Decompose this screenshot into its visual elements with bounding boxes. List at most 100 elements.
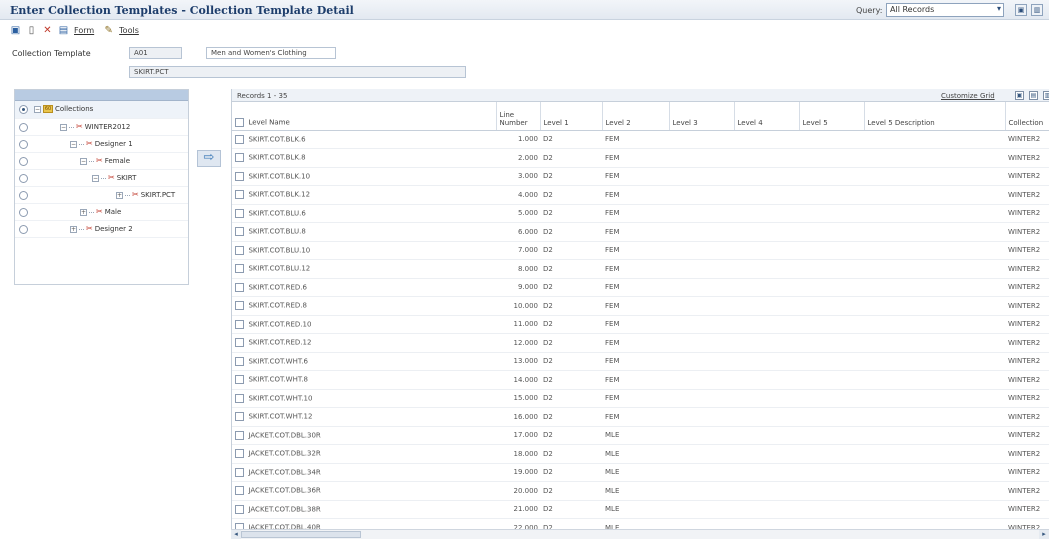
row-checkbox[interactable] [235, 282, 244, 292]
collection-cell: WINTER2 [1005, 463, 1049, 482]
row-checkbox[interactable] [235, 375, 244, 385]
row-checkbox[interactable] [235, 449, 244, 459]
table-row[interactable]: SKIRT.COT.RED.12 12.000 D2 FEM WINTER2 [232, 333, 1049, 353]
row-checkbox[interactable] [235, 301, 244, 311]
table-row[interactable]: JACKET.COT.DBL.30R 17.000 D2 MLE WINTER2 [232, 426, 1049, 445]
tree-row[interactable]: − 60 Collections [15, 101, 188, 119]
column-header-line-number[interactable]: Line Number [496, 102, 541, 131]
window-title: Enter Collection Templates - Collection … [10, 4, 354, 17]
collapse-icon[interactable]: − [80, 157, 87, 165]
level-5-cell [799, 463, 864, 482]
collapse-icon[interactable]: − [92, 174, 99, 182]
table-row[interactable]: JACKET.COT.DBL.32R 18.000 D2 MLE WINTER2 [232, 444, 1049, 464]
table-row[interactable]: SKIRT.COT.BLK.6 1.000 D2 FEM WINTER2 [232, 130, 1049, 149]
row-checkbox[interactable] [235, 338, 244, 348]
select-all-checkbox[interactable] [235, 117, 244, 127]
column-header-level-3[interactable]: Level 3 [669, 102, 735, 131]
table-row[interactable]: JACKET.COT.DBL.34R 19.000 D2 MLE WINTER2 [232, 463, 1049, 482]
level-name-cell: SKIRT.COT.WHT.8 [248, 375, 308, 384]
collapse-icon[interactable]: − [60, 123, 67, 131]
expand-icon[interactable]: + [80, 208, 87, 216]
scrollbar-thumb[interactable] [241, 531, 361, 538]
table-row[interactable]: SKIRT.COT.RED.8 10.000 D2 FEM WINTER2 [232, 296, 1049, 316]
row-checkbox[interactable] [235, 171, 244, 181]
radio-button[interactable] [19, 105, 28, 114]
row-checkbox[interactable] [235, 356, 244, 366]
save-query-icon[interactable]: ▣ [1015, 4, 1027, 16]
row-checkbox[interactable] [235, 412, 244, 422]
save-icon[interactable]: ▣ [10, 25, 21, 36]
radio-button[interactable] [19, 157, 28, 166]
radio-button[interactable] [19, 208, 28, 217]
column-header-level-2[interactable]: Level 2 [602, 102, 670, 131]
horizontal-scrollbar[interactable]: ◂ ▸ [231, 529, 1049, 539]
column-header-level-5[interactable]: Level 5 [799, 102, 865, 131]
table-row[interactable]: SKIRT.COT.BLK.12 4.000 D2 FEM WINTER2 [232, 185, 1049, 205]
scroll-right-icon[interactable]: ▸ [1039, 530, 1049, 539]
column-header-collection[interactable]: Collection [1005, 102, 1049, 131]
table-row[interactable]: SKIRT.COT.BLK.8 2.000 D2 FEM WINTER2 [232, 148, 1049, 168]
line-number-cell: 5.000 [496, 204, 540, 223]
table-row[interactable]: JACKET.COT.DBL.36R 20.000 D2 MLE WINTER2 [232, 481, 1049, 501]
grid-options-icon[interactable]: ▥ [1043, 91, 1049, 100]
radio-button[interactable] [19, 225, 28, 234]
manage-query-icon[interactable]: ▥ [1031, 4, 1043, 16]
collapse-icon[interactable]: − [70, 140, 77, 148]
table-row[interactable]: SKIRT.COT.RED.6 9.000 D2 FEM WINTER2 [232, 278, 1049, 297]
tree-row[interactable]: − ✂ Female [15, 153, 188, 170]
tree-row[interactable]: − ✂ Designer 1 [15, 136, 188, 153]
table-row[interactable]: SKIRT.COT.BLU.10 7.000 D2 FEM WINTER2 [232, 241, 1049, 260]
row-checkbox[interactable] [235, 393, 244, 403]
radio-button[interactable] [19, 140, 28, 149]
tree-row[interactable]: − ✂ WINTER2012 [15, 119, 188, 136]
column-header-level-1[interactable]: Level 1 [540, 102, 603, 131]
export-icon[interactable]: ▣ [1015, 91, 1024, 100]
customize-grid-link[interactable]: Customize Grid [941, 92, 995, 100]
close-icon[interactable]: ✕ [42, 25, 53, 36]
row-checkbox[interactable] [235, 264, 244, 274]
row-checkbox[interactable] [235, 504, 244, 514]
row-checkbox[interactable] [235, 467, 244, 477]
table-row[interactable]: JACKET.COT.DBL.38R 21.000 D2 MLE WINTER2 [232, 500, 1049, 519]
row-checkbox[interactable] [235, 208, 244, 218]
table-row[interactable]: SKIRT.COT.RED.10 11.000 D2 FEM WINTER2 [232, 315, 1049, 334]
table-row[interactable]: SKIRT.COT.BLU.8 6.000 D2 FEM WINTER2 [232, 222, 1049, 242]
column-header-level-name[interactable]: Level Name [232, 102, 497, 131]
row-checkbox[interactable] [235, 319, 244, 329]
tools-menu[interactable]: Tools [119, 26, 139, 35]
copy-icon[interactable]: ▯ [26, 25, 37, 36]
row-checkbox[interactable] [235, 153, 244, 163]
table-row[interactable]: SKIRT.COT.WHT.12 16.000 D2 FEM WINTER2 [232, 407, 1049, 427]
tree-row[interactable]: + ✂ Designer 2 [15, 221, 188, 238]
tree-row[interactable]: + ✂ SKIRT.PCT [15, 187, 188, 204]
row-checkbox[interactable] [235, 245, 244, 255]
column-header-level-5-description[interactable]: Level 5 Description [864, 102, 1006, 131]
table-row[interactable]: SKIRT.COT.BLK.10 3.000 D2 FEM WINTER2 [232, 167, 1049, 186]
tree-row[interactable]: − ✂ SKIRT [15, 170, 188, 187]
move-right-arrow-icon[interactable]: ⇨ [197, 150, 221, 167]
scissors-icon: ✂ [86, 224, 93, 233]
tree-row[interactable]: + ✂ Male [15, 204, 188, 221]
table-row[interactable]: SKIRT.COT.WHT.10 15.000 D2 FEM WINTER2 [232, 389, 1049, 408]
radio-button[interactable] [19, 191, 28, 200]
form-menu[interactable]: Form [74, 26, 94, 35]
row-checkbox[interactable] [235, 227, 244, 237]
radio-button[interactable] [19, 123, 28, 132]
row-checkbox[interactable] [235, 486, 244, 496]
table-row[interactable]: SKIRT.COT.BLU.12 8.000 D2 FEM WINTER2 [232, 259, 1049, 279]
query-select[interactable]: All Records ▾ [886, 3, 1004, 17]
table-row[interactable]: SKIRT.COT.WHT.6 13.000 D2 FEM WINTER2 [232, 352, 1049, 371]
level-1-cell: D2 [540, 222, 602, 242]
collapse-icon[interactable]: − [34, 105, 41, 113]
radio-button[interactable] [19, 174, 28, 183]
scroll-left-icon[interactable]: ◂ [231, 530, 241, 539]
import-icon[interactable]: ▤ [1029, 91, 1038, 100]
column-header-level-4[interactable]: Level 4 [734, 102, 800, 131]
expand-icon[interactable]: + [70, 225, 77, 233]
table-row[interactable]: SKIRT.COT.WHT.8 14.000 D2 FEM WINTER2 [232, 370, 1049, 390]
expand-icon[interactable]: + [116, 191, 123, 199]
table-row[interactable]: SKIRT.COT.BLU.6 5.000 D2 FEM WINTER2 [232, 204, 1049, 223]
row-checkbox[interactable] [235, 134, 244, 144]
row-checkbox[interactable] [235, 190, 244, 200]
row-checkbox[interactable] [235, 430, 244, 440]
